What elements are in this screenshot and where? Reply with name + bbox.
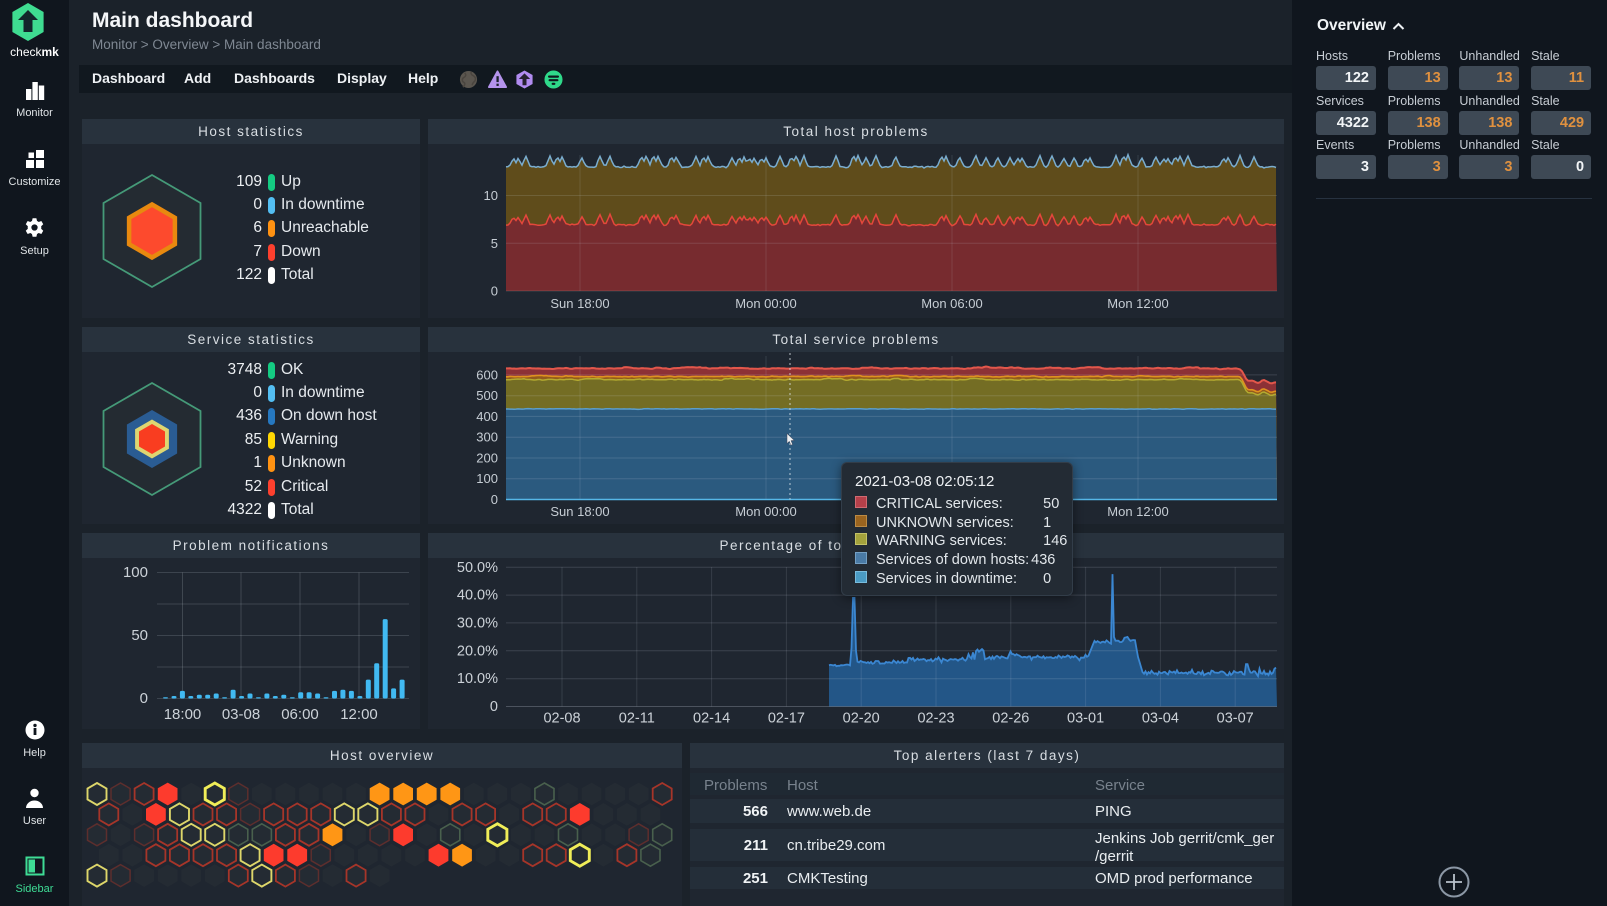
svg-text:10.0%: 10.0% — [457, 671, 498, 687]
svg-text:Mon 06:00: Mon 06:00 — [921, 296, 982, 311]
svg-text:18:00: 18:00 — [164, 706, 202, 723]
svg-text:06:00: 06:00 — [281, 706, 319, 723]
svg-text:Mon 12:00: Mon 12:00 — [1107, 296, 1168, 311]
svg-text:40.0%: 40.0% — [457, 588, 498, 604]
svg-text:Mon 00:00: Mon 00:00 — [735, 296, 796, 311]
svg-text:03-07: 03-07 — [1217, 711, 1254, 727]
svg-text:600: 600 — [476, 367, 498, 382]
svg-text:Mon 12:00: Mon 12:00 — [1107, 504, 1168, 519]
svg-text:0: 0 — [491, 284, 498, 299]
svg-text:03-08: 03-08 — [222, 706, 260, 723]
svg-text:02-26: 02-26 — [992, 711, 1029, 727]
svg-text:02-20: 02-20 — [843, 711, 880, 727]
svg-text:100: 100 — [123, 564, 148, 581]
svg-text:12:00: 12:00 — [340, 706, 378, 723]
svg-text:Sun 18:00: Sun 18:00 — [550, 296, 609, 311]
svg-text:02-17: 02-17 — [768, 711, 805, 727]
svg-text:200: 200 — [476, 451, 498, 466]
svg-text:02-08: 02-08 — [543, 711, 580, 727]
svg-text:50.0%: 50.0% — [457, 560, 498, 576]
svg-text:10: 10 — [484, 188, 498, 203]
svg-text:0: 0 — [491, 492, 498, 507]
svg-text:02-11: 02-11 — [619, 711, 655, 727]
svg-text:30.0%: 30.0% — [457, 615, 498, 631]
svg-text:Mon 00:00: Mon 00:00 — [735, 504, 796, 519]
svg-text:300: 300 — [476, 430, 498, 445]
svg-text:0: 0 — [490, 699, 498, 715]
svg-text:20.0%: 20.0% — [457, 643, 498, 659]
svg-text:02-23: 02-23 — [917, 711, 954, 727]
svg-text:400: 400 — [476, 409, 498, 424]
svg-text:50: 50 — [131, 627, 148, 644]
svg-text:100: 100 — [476, 471, 498, 486]
svg-text:0: 0 — [140, 690, 148, 707]
svg-text:02-14: 02-14 — [693, 711, 730, 727]
svg-text:03-01: 03-01 — [1067, 711, 1104, 727]
svg-text:03-04: 03-04 — [1142, 711, 1179, 727]
svg-text:Sun 18:00: Sun 18:00 — [550, 504, 609, 519]
svg-text:5: 5 — [491, 236, 498, 251]
svg-text:500: 500 — [476, 388, 498, 403]
